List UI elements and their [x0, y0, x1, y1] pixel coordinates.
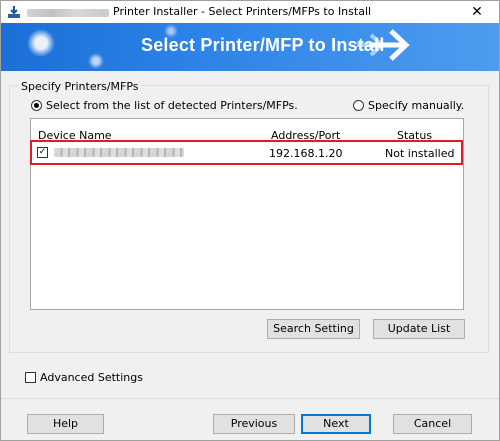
title-bar: Printer Installer - Select Printers/MFPs… [1, 1, 499, 23]
help-button[interactable]: Help [27, 414, 104, 434]
radio-detected-list[interactable]: Select from the list of detected Printer… [31, 99, 298, 112]
search-setting-button[interactable]: Search Setting [267, 319, 360, 339]
next-button[interactable]: Next [301, 414, 371, 434]
radio-dot[interactable] [353, 100, 364, 111]
footer-separator [1, 398, 499, 399]
close-icon[interactable]: ✕ [463, 3, 491, 21]
header-banner: Select Printer/MFP to Install [1, 23, 499, 71]
radio-specify-manually[interactable]: Specify manually. [353, 99, 464, 112]
installer-window: Printer Installer - Select Printers/MFPs… [0, 0, 500, 441]
cancel-button[interactable]: Cancel [393, 414, 472, 434]
printer-installer-icon [7, 5, 21, 19]
group-label: Specify Printers/MFPs [19, 80, 141, 93]
advanced-settings-label: Advanced Settings [40, 371, 143, 384]
radio-dot-selected[interactable] [31, 100, 42, 111]
title-product-name-redacted [27, 9, 109, 17]
device-status: Not installed [385, 147, 455, 160]
previous-button[interactable]: Previous [213, 414, 295, 434]
radio-manual-label: Specify manually. [368, 99, 465, 112]
advanced-settings-checkbox[interactable]: Advanced Settings [25, 371, 143, 384]
banner-title: Select Printer/MFP to Install [141, 35, 385, 55]
radio-detected-label: Select from the list of detected Printer… [46, 99, 298, 112]
update-list-button[interactable]: Update List [373, 319, 465, 339]
checkbox-box[interactable] [25, 372, 36, 383]
device-name-redacted [54, 148, 184, 157]
window-title: Printer Installer - Select Printers/MFPs… [113, 5, 372, 18]
device-address: 192.168.1.20 [269, 147, 343, 160]
device-row-checkbox[interactable]: ✓ [37, 147, 48, 158]
